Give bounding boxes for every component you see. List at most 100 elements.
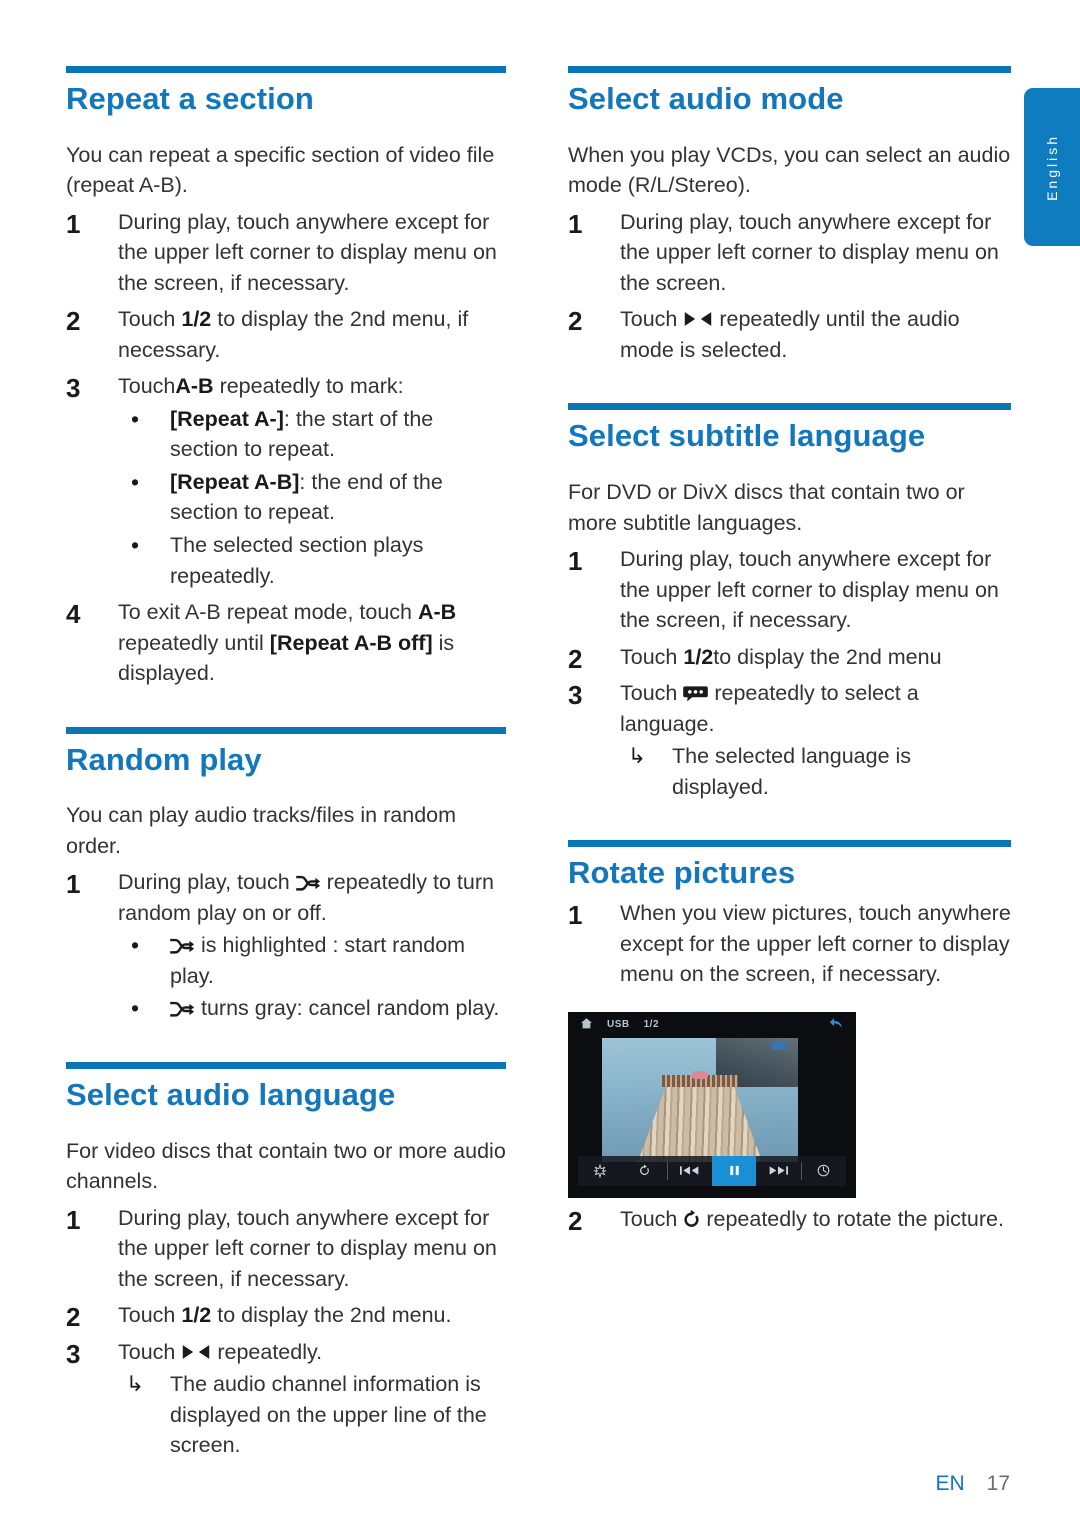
left-column: Repeat a section You can repeat a specifi…: [66, 66, 506, 1461]
step-item: 4 To exit A-B repeat mode, touch A-B repe…: [66, 597, 506, 689]
photo-shore-accent: [772, 1041, 787, 1051]
bullet-icon: •: [130, 932, 140, 959]
device-photo: [602, 1037, 798, 1162]
sub-list: • [Repeat A-]: the start of the section t…: [118, 404, 506, 591]
step-list: 1 During play, touch anywhere except for …: [568, 544, 1011, 802]
step-list: 2 Touch repeatedly to rotate the picture.: [568, 1204, 1011, 1236]
section-intro: For video discs that contain two or more…: [66, 1138, 506, 1194]
step-text: Touch repeatedly to rotate the picture.: [620, 1206, 1004, 1231]
sub-list-item: ↳ The selected language is displayed.: [620, 741, 1011, 802]
step-text: Touch repeatedly until the audio mode is…: [620, 307, 960, 362]
step-item: 1 During play, touch repeatedly to turn r…: [66, 867, 506, 1024]
step-number: 1: [66, 869, 81, 900]
step-list: 1 During play, touch anywhere except for …: [568, 207, 1011, 366]
photo-raft: [634, 1079, 766, 1162]
device-bottom-bar: [578, 1155, 846, 1186]
footer-language-code: EN: [935, 1472, 965, 1495]
device-home-icon[interactable]: [580, 1017, 593, 1033]
result-arrow-icon: ↳: [125, 1372, 144, 1397]
step-number: 3: [66, 373, 81, 404]
step-text: Touch repeatedly.: [118, 1339, 323, 1364]
step-number: 3: [66, 1338, 81, 1369]
language-side-tab: English: [1024, 88, 1080, 246]
device-rotate-icon-button[interactable]: [622, 1156, 666, 1186]
audio-channel-icon: [685, 312, 712, 327]
step-number: 2: [568, 306, 583, 337]
step-text: To exit A-B repeat mode, touch A-B repea…: [118, 600, 457, 686]
section-repeat-a-section: Repeat a section You can repeat a specifi…: [66, 66, 506, 689]
step-list: 1 During play, touch anywhere except for …: [66, 207, 506, 689]
section-random-play: Random play You can play audio tracks/fil…: [66, 726, 506, 1024]
step-number: 1: [568, 208, 583, 239]
bullet-icon: •: [130, 405, 140, 432]
step-number: 2: [66, 1302, 81, 1333]
step-text: Touch 1/2to display the 2nd menu: [620, 644, 942, 669]
step-number: 1: [568, 546, 583, 577]
section-select-subtitle-language: Select subtitle language For DVD or DivX …: [568, 403, 1011, 802]
section-heading: Select subtitle language: [568, 418, 926, 454]
sub-list-text: [Repeat A-B]: the end of the section to …: [170, 469, 443, 525]
step-number: 2: [568, 1205, 583, 1236]
step-number: 1: [568, 900, 583, 931]
section-intro: You can repeat a specific section of vid…: [66, 142, 495, 198]
result-arrow-icon: ↳: [627, 744, 646, 769]
step-item: 2 Touch 1/2to display the 2nd menu: [568, 642, 1011, 674]
sub-list-item: • is highlighted : start random play.: [118, 930, 506, 991]
step-text: Touch 1/2 to display the 2nd menu, if ne…: [118, 307, 469, 362]
step-text: During play, touch anywhere except for t…: [620, 547, 999, 633]
step-number: 1: [66, 208, 81, 239]
shuffle-icon: [170, 1002, 195, 1018]
step-item: 1 During play, touch anywhere except for …: [568, 207, 1011, 299]
bullet-icon: •: [130, 468, 140, 495]
sub-list: • is highlighted : start random play. • t…: [118, 930, 506, 1024]
device-brightness-icon-button[interactable]: [578, 1156, 622, 1186]
device-top-bar: USB 1/2: [568, 1011, 856, 1038]
step-item: 3 Touch repeatedly to select a language. ↳…: [568, 678, 1011, 802]
step-list: 1 When you view pictures, touch anywhere …: [568, 898, 1011, 990]
section-rule: [568, 840, 1011, 848]
section-rule: [568, 403, 1011, 411]
section-intro: For DVD or DivX discs that contain two o…: [568, 480, 965, 535]
section-heading: Select audio mode: [568, 81, 844, 116]
step-text: During play, touch anywhere except for t…: [620, 209, 999, 295]
step-number: 2: [568, 643, 583, 674]
device-timer-icon-button[interactable]: [802, 1156, 846, 1186]
step-text: During play, touch anywhere except for t…: [118, 1205, 497, 1291]
step-number: 1: [66, 1204, 81, 1235]
section-rule: [66, 1062, 506, 1069]
sub-list: ↳ The audio channel information is displa…: [118, 1369, 506, 1461]
subtitle-icon: [683, 686, 709, 702]
page-footer: EN 17: [935, 1472, 1010, 1496]
sub-list-text: is highlighted : start random play.: [170, 933, 466, 988]
section-select-audio-mode: Select audio mode When you play VCDs, you…: [568, 66, 1011, 365]
step-item: 1 During play, touch anywhere except for …: [66, 1203, 506, 1295]
step-text: During play, touch repeatedly to turn ra…: [118, 870, 494, 925]
audio-channel-icon: [183, 1345, 210, 1359]
sub-list-text: The selected section plays repeatedly.: [170, 533, 424, 588]
step-item: 1 During play, touch anywhere except for …: [66, 207, 506, 299]
device-next-icon-button[interactable]: [756, 1156, 800, 1186]
section-heading: Rotate pictures: [568, 855, 796, 891]
section-rule: [568, 66, 1011, 73]
section-select-audio-language: Select audio language For video discs tha…: [66, 1062, 506, 1461]
section-rule: [66, 66, 506, 73]
device-back-arrow-icon[interactable]: [829, 1016, 844, 1033]
section-rule: [66, 726, 506, 734]
step-item: 2 Touch 1/2 to display the 2nd menu.: [66, 1300, 506, 1332]
step-item: 1 During play, touch anywhere except for …: [568, 544, 1011, 636]
section-heading: Repeat a section: [66, 81, 314, 116]
sub-list-text: [Repeat A-]: the start of the section to…: [170, 406, 434, 462]
language-side-tab-label: English: [1044, 133, 1060, 201]
device-previous-icon-button[interactable]: [668, 1156, 712, 1186]
sub-list-item: • [Repeat A-]: the start of the section t…: [118, 404, 506, 465]
section-heading: Random play: [66, 741, 262, 777]
step-number: 4: [66, 599, 81, 630]
step-item: 3 TouchA-B repeatedly to mark: • [Repeat A-…: [66, 371, 506, 591]
bullet-icon: •: [130, 995, 140, 1022]
shuffle-icon: [170, 939, 195, 955]
device-pause-icon-button[interactable]: [711, 1155, 757, 1186]
step-list: 1 During play, touch repeatedly to turn r…: [66, 867, 506, 1024]
sub-list: ↳ The selected language is displayed.: [620, 741, 1011, 802]
rotate-icon: [684, 1209, 699, 1227]
device-page-indicator: 1/2: [643, 1019, 660, 1031]
